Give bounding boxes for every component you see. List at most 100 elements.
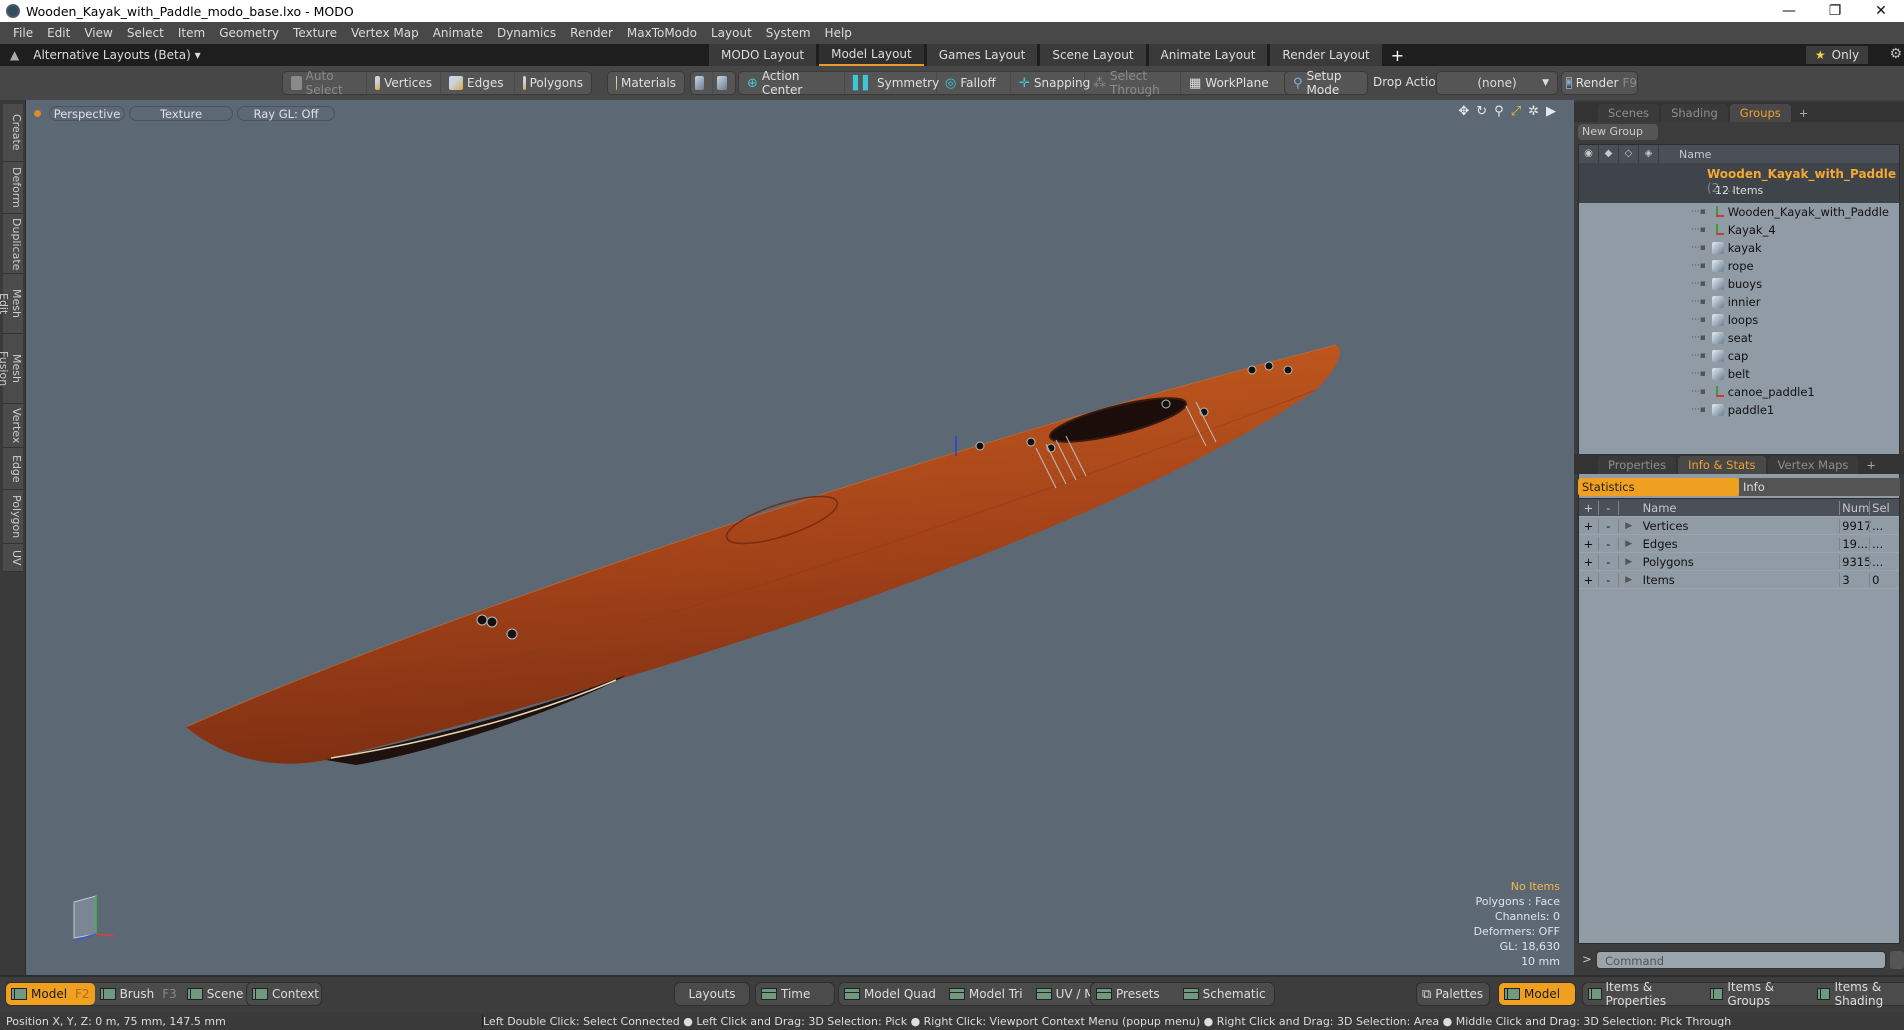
group-item[interactable]: ···▪ Wooden_Kayak_with_Paddle <box>1579 203 1899 221</box>
tab-animate-layout[interactable]: Animate Layout <box>1148 44 1268 66</box>
mode-brush-button[interactable]: Brush F3 <box>95 983 182 1005</box>
remove-selection-button[interactable]: - <box>1599 572 1619 587</box>
3d-viewport[interactable]: Perspective Texture Ray GL: Off ✥ ↻ ⚲ ⤢ … <box>26 100 1574 975</box>
expand-arrow-icon[interactable]: ▶ <box>1619 575 1639 585</box>
menu-vertex-map[interactable]: Vertex Map <box>344 26 426 40</box>
presets-button[interactable]: Presets <box>1091 983 1178 1005</box>
menu-view[interactable]: View <box>77 26 119 40</box>
tab-groups[interactable]: Groups <box>1729 104 1791 122</box>
command-input[interactable]: Command <box>1596 951 1886 969</box>
name-column-header[interactable]: Name <box>1659 148 1711 161</box>
group-item[interactable]: ···▪ rope <box>1579 257 1899 275</box>
model-layout-button[interactable]: Model <box>1499 983 1566 1005</box>
expand-arrow-icon[interactable]: ▶ <box>1619 557 1639 567</box>
group-item[interactable]: ···▪ paddle1 <box>1579 401 1899 419</box>
add-layout-button[interactable]: + <box>1385 44 1410 66</box>
add-tab-button[interactable]: + <box>1793 104 1815 122</box>
menu-item[interactable]: Item <box>171 26 212 40</box>
menu-help[interactable]: Help <box>818 26 859 40</box>
items-groups-button[interactable]: Items & Groups <box>1705 980 1812 1008</box>
collapse-up-icon[interactable]: ▲ <box>10 48 19 62</box>
model-tri-button[interactable]: Model Tri <box>944 983 1031 1005</box>
tab-scenes[interactable]: Scenes <box>1598 104 1660 122</box>
render-column-icon[interactable]: ◆ <box>1599 145 1619 163</box>
vertices-button[interactable]: Vertices <box>367 72 441 94</box>
record-icon[interactable] <box>1890 951 1904 969</box>
model-quad-button[interactable]: Model Quad <box>839 983 944 1005</box>
tab-statistics[interactable]: Statistics <box>1578 478 1739 496</box>
workplane-button[interactable]: ▦ WorkPlane <box>1181 72 1269 94</box>
remove-selection-button[interactable]: - <box>1599 518 1619 533</box>
tab-modo-layout[interactable]: MODO Layout <box>709 44 817 66</box>
menu-edit[interactable]: Edit <box>40 26 77 40</box>
group-item[interactable]: ···▪ Kayak_4 <box>1579 221 1899 239</box>
add-selection-button[interactable]: + <box>1579 518 1599 533</box>
menu-animate[interactable]: Animate <box>426 26 490 40</box>
element-rotate-icon[interactable] <box>713 72 735 94</box>
group-row[interactable]: Wooden_Kayak_with_Paddle (2 ... 12 Items <box>1579 163 1899 203</box>
tab-vertex-maps[interactable]: Vertex Maps <box>1767 456 1859 474</box>
menu-geometry[interactable]: Geometry <box>212 26 286 40</box>
tab-games-layout[interactable]: Games Layout <box>926 44 1038 66</box>
menu-render[interactable]: Render <box>563 26 620 40</box>
tab-edge[interactable]: Edge <box>3 448 23 490</box>
group-item[interactable]: ···▪ seat <box>1579 329 1899 347</box>
polygons-button[interactable]: Polygons <box>515 72 591 94</box>
materials-button[interactable]: Materials <box>608 72 684 94</box>
menu-dynamics[interactable]: Dynamics <box>490 26 563 40</box>
tab-properties[interactable]: Properties <box>1598 456 1677 474</box>
select-column-icon[interactable]: ◈ <box>1639 145 1659 163</box>
symmetry-button[interactable]: ▌▌ Symmetry <box>845 72 939 94</box>
statistics-row[interactable]: + - ▶ Edges 19...... <box>1579 535 1899 553</box>
tab-scene-layout[interactable]: Scene Layout <box>1040 44 1146 66</box>
visibility-column-icon[interactable]: ◉ <box>1579 145 1599 163</box>
tab-deform[interactable]: Deform <box>3 162 23 214</box>
tab-create[interactable]: Create <box>3 104 23 162</box>
group-item[interactable]: ···▪ belt <box>1579 365 1899 383</box>
menu-layout[interactable]: Layout <box>704 26 759 40</box>
remove-selection-button[interactable]: - <box>1599 554 1619 569</box>
statistics-row[interactable]: + - ▶ Polygons 9315... <box>1579 553 1899 571</box>
time-button[interactable]: Time <box>756 983 815 1005</box>
group-item[interactable]: ···▪ buoys <box>1579 275 1899 293</box>
tab-polygon[interactable]: Polygon <box>3 490 23 544</box>
tab-render-layout[interactable]: Render Layout <box>1270 44 1382 66</box>
items-properties-button[interactable]: Items & Properties <box>1583 980 1705 1008</box>
snapping-button[interactable]: ✛ Snapping <box>1011 72 1090 94</box>
edges-button[interactable]: Edges <box>441 72 515 94</box>
kayak-model[interactable] <box>26 100 1574 975</box>
context-button[interactable]: Context <box>247 983 324 1005</box>
minimize-button[interactable]: — <box>1766 3 1812 19</box>
tab-uv[interactable]: UV <box>3 544 23 572</box>
lock-column-icon[interactable]: ◇ <box>1619 145 1639 163</box>
action-center-button[interactable]: ⊕ Action Center <box>739 69 845 97</box>
select-through-button[interactable]: ⁂ Select Through <box>1085 69 1181 97</box>
tab-info-stats[interactable]: Info & Stats <box>1678 456 1766 474</box>
auto-select-button[interactable]: Auto Select <box>283 69 367 97</box>
menu-texture[interactable]: Texture <box>286 26 344 40</box>
tab-shading[interactable]: Shading <box>1661 104 1728 122</box>
only-button[interactable]: ★ Only <box>1806 46 1868 64</box>
render-button[interactable]: Render F9 <box>1561 71 1638 95</box>
falloff-button[interactable]: ◎ Falloff <box>937 72 1011 94</box>
tab-vertex[interactable]: Vertex <box>3 404 23 448</box>
group-item[interactable]: ···▪ canoe_paddle1 <box>1579 383 1899 401</box>
close-button[interactable]: ✕ <box>1858 3 1904 19</box>
menu-maxtomodo[interactable]: MaxToModo <box>620 26 704 40</box>
tab-duplicate[interactable]: Duplicate <box>3 214 23 274</box>
gear-icon[interactable]: ⚙ <box>1889 46 1902 62</box>
element-move-icon[interactable] <box>691 72 713 94</box>
expand-arrow-icon[interactable]: ▶ <box>1619 539 1639 549</box>
items-shading-button[interactable]: Items & Shading <box>1812 980 1904 1008</box>
menu-file[interactable]: File <box>6 26 40 40</box>
tab-model-layout[interactable]: Model Layout <box>819 44 924 66</box>
layouts-button[interactable]: Layouts <box>683 983 740 1005</box>
add-tab-button[interactable]: + <box>1860 456 1882 474</box>
add-selection-button[interactable]: + <box>1579 554 1599 569</box>
group-item[interactable]: ···▪ loops <box>1579 311 1899 329</box>
menu-system[interactable]: System <box>759 26 818 40</box>
expand-arrow-icon[interactable]: ▶ <box>1619 521 1639 531</box>
remove-selection-button[interactable]: - <box>1599 536 1619 551</box>
group-item[interactable]: ···▪ cap <box>1579 347 1899 365</box>
drop-action-select[interactable]: (none) ▼ <box>1436 71 1558 95</box>
